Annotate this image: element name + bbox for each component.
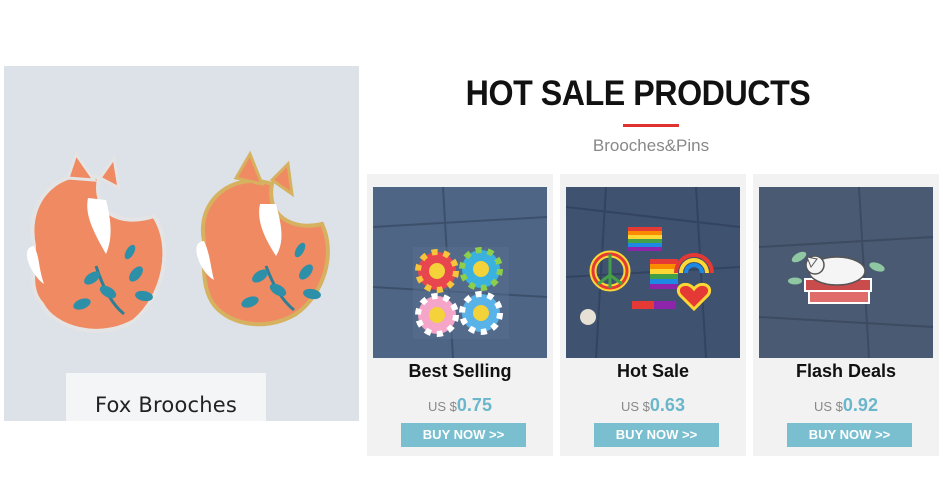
- product-card-hot-sale[interactable]: Hot Sale US $0.63 BUY NOW >>: [560, 174, 746, 456]
- flower-pin-3: [415, 293, 459, 337]
- buy-now-button[interactable]: BUY NOW >>: [594, 423, 719, 447]
- rainbow-flag-pin: [628, 227, 662, 251]
- title-underline: [623, 124, 679, 127]
- section-title: HOT SALE PRODUCTS: [465, 74, 811, 113]
- buy-now-button[interactable]: BUY NOW >>: [401, 423, 526, 447]
- right-fox-pin: [196, 150, 330, 327]
- buy-now-button[interactable]: BUY NOW >>: [787, 423, 912, 447]
- fox-brooches-image: [26, 150, 330, 333]
- product-card-flash-deals[interactable]: Flash Deals US $0.92 BUY NOW >>: [753, 174, 939, 456]
- fox-brooches-banner[interactable]: Fox Brooches: [4, 66, 359, 421]
- price-currency: US $: [428, 399, 457, 414]
- product-image-cat-pin[interactable]: [759, 187, 933, 358]
- product-image-rainbow-pins[interactable]: [566, 187, 740, 358]
- hero-caption-box: Fox Brooches: [66, 373, 266, 421]
- hero-caption: Fox Brooches: [94, 393, 238, 417]
- price-value: 0.63: [649, 395, 685, 415]
- price-currency: US $: [814, 399, 843, 414]
- product-title[interactable]: Hot Sale: [560, 361, 746, 382]
- flower-pin-2: [459, 247, 503, 291]
- product-image-flower-pins[interactable]: [373, 187, 547, 358]
- section-subtitle: Brooches&Pins: [592, 136, 710, 155]
- product-title[interactable]: Flash Deals: [753, 361, 939, 382]
- product-price: US $0.92: [753, 395, 939, 416]
- product-title[interactable]: Best Selling: [367, 361, 553, 382]
- price-value: 0.75: [456, 395, 492, 415]
- price-currency: US $: [621, 399, 650, 414]
- waving-flag-pin: [650, 259, 678, 289]
- price-value: 0.92: [842, 395, 878, 415]
- product-price: US $0.75: [367, 395, 553, 416]
- flower-pin-1: [415, 249, 459, 293]
- left-fox-pin: [26, 150, 167, 333]
- flower-pin-4: [459, 291, 503, 335]
- product-price: US $0.63: [560, 395, 746, 416]
- product-card-best-selling[interactable]: Best Selling US $0.75 BUY NOW >>: [367, 174, 553, 456]
